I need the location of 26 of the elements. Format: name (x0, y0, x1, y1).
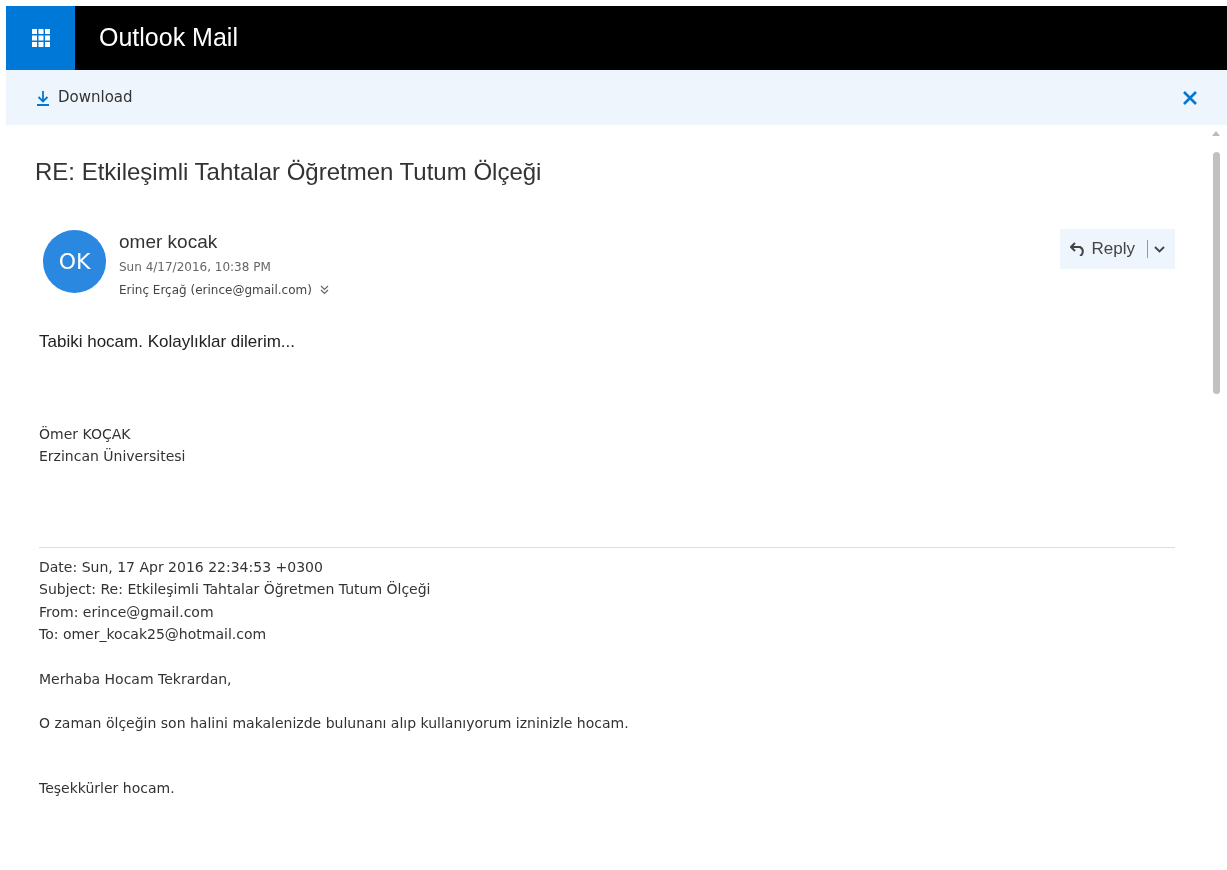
quoted-paragraph: Merhaba Hocam Tekrardan, (39, 669, 233, 689)
reply-icon (1069, 242, 1086, 256)
message-body: Tabiki hocam. Kolaylıklar dilerim... (39, 331, 297, 353)
download-button[interactable]: Download (36, 86, 133, 109)
quoted-paragraph: Teşekkürler hocam. (39, 778, 176, 798)
quoted-paragraph: O zaman ölçeğin son halini makalenizde bulunanı alıp kullanıyorum izninizle hocam. (39, 713, 630, 733)
download-icon (36, 89, 50, 106)
message-date: Sun 4/17/2016, 10:38 PM (119, 259, 272, 276)
chevron-down-icon (1154, 245, 1165, 253)
quoted-header-line: Subject: Re: Etkileşimli Tahtalar Öğretmen Tutum Ölçeği (39, 580, 432, 599)
sender-avatar: OK (43, 230, 106, 293)
message-subject: RE: Etkileşimli Tahtalar Öğretmen Tutum Ölçeği (35, 157, 543, 187)
app-launcher-button[interactable] (6, 6, 75, 70)
recipient: Erinç Erçağ (erince@gmail.com) (119, 282, 312, 299)
close-icon[interactable] (1183, 90, 1197, 105)
reply-button[interactable]: Reply (1059, 229, 1175, 269)
scrollbar-thumb[interactable] (1212, 152, 1220, 394)
waffle-icon (31, 29, 50, 47)
expand-icon[interactable] (319, 285, 329, 295)
quoted-header-line: From: erince@gmail.com (39, 602, 215, 622)
quoted-header-line: To: omer_kocak25@hotmail.com (39, 625, 268, 644)
sender-name: omer kocak (119, 230, 219, 254)
signature-line: Ömer KOÇAK (39, 424, 132, 444)
quoted-header-line: Date: Sun, 17 Apr 2016 22:34:53 +0300 (39, 557, 324, 577)
signature-line: Erzincan Üniversitesi (39, 446, 187, 466)
app-title: Outlook Mail (99, 22, 238, 54)
